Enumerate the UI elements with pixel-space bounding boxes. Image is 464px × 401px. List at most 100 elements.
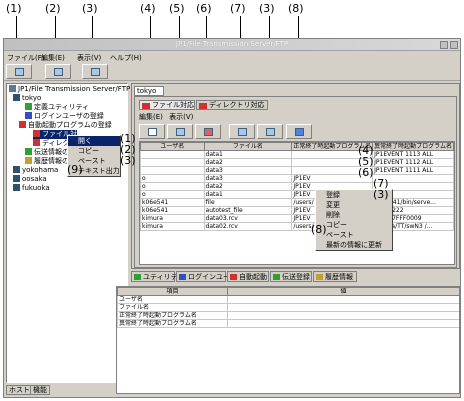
folder-icon — [33, 139, 40, 146]
host-icon — [13, 94, 20, 101]
table-row[interactable]: kimura data03.rcv JP1EV VENT 7FFF0009 — [140, 214, 454, 223]
close-button[interactable] — [450, 41, 458, 49]
inner-panel: ファイル対応 ディレクトリ対応 編集(E) 表示(V) ユーザ名 ファイル名 正… — [134, 96, 457, 268]
ctx-copy[interactable]: コピー — [68, 146, 120, 156]
tab-function[interactable]: 機能 — [30, 385, 50, 395]
paste-icon — [91, 68, 100, 76]
table-cell: o — [140, 182, 205, 191]
table-row[interactable]: data3 JP1EVENT 1111 ALL — [140, 166, 454, 175]
col-value[interactable]: 値 — [227, 287, 459, 296]
table-cell: data1 — [203, 150, 293, 159]
tree-root[interactable]: JP1/File Transmission Server/FTP — [9, 85, 130, 94]
copy-button[interactable] — [45, 64, 71, 79]
table-cell: autotest_file — [203, 206, 293, 215]
ctx-open[interactable]: 開く — [68, 136, 120, 146]
tree-host-fukuoka[interactable]: fukuoka — [13, 184, 50, 193]
table-row[interactable]: o data3 JP1EV — [140, 174, 454, 183]
tab-host[interactable]: ホスト — [6, 385, 33, 395]
paste2-button[interactable] — [257, 124, 283, 139]
minimize-button[interactable] — [440, 41, 448, 49]
tab-transfer[interactable]: 伝送登録 — [270, 271, 312, 282]
table-cell: JP1EVENT 1113 ALL — [372, 150, 454, 159]
table-row[interactable]: o data1 JP1EV — [140, 190, 454, 199]
tab-file-mapping[interactable]: ファイル対応 — [139, 100, 195, 110]
ctx-delete[interactable]: 削除 — [316, 210, 392, 220]
change-button[interactable] — [167, 124, 193, 139]
menu-view[interactable]: 表示(V) — [77, 53, 101, 63]
detail-row: 正常終了時起動プログラム名 — [117, 311, 459, 320]
tree-host-yokohama[interactable]: yokohama — [13, 166, 58, 175]
mapping-table: ユーザ名 ファイル名 正常終了時起動プログラム名 異常終了時起動プログラム名 d… — [139, 141, 455, 265]
tree-host-oosaka[interactable]: oosaka — [13, 175, 47, 184]
table-row[interactable]: k06e541 file/users/k06e541/bin/serve... — [140, 198, 454, 207]
delete-button[interactable] — [195, 124, 221, 139]
function-tabs: ユティリティ ログインユーザ 自動起動 伝送登録 履歴情報 — [131, 271, 460, 282]
refresh-button[interactable] — [286, 124, 312, 139]
autostart-icon — [230, 274, 237, 280]
tree-host-tokyo[interactable]: tokyo — [13, 94, 41, 103]
table-cell: data1 — [203, 190, 293, 199]
open-button[interactable] — [6, 64, 32, 79]
detail-value — [227, 295, 459, 304]
delete-icon — [204, 128, 213, 136]
menu-edit[interactable]: 編集(E) — [41, 53, 65, 63]
right-pane: tokyo ファイル対応 ディレクトリ対応 編集(E) 表示(V) ユーザ名 フ… — [131, 83, 460, 269]
col-error-prog[interactable]: 異常終了時起動プログラム名 — [372, 142, 454, 151]
main-window: JP1/File Transmission Server/FTP ファイル(F)… — [3, 38, 461, 398]
callout-8: (8) — [288, 2, 304, 15]
tab-login-user[interactable]: ログインユーザ — [176, 271, 237, 282]
host-icon — [13, 166, 20, 173]
ctx-refresh[interactable]: 最新の情報に更新 — [316, 240, 392, 250]
table-cell: kimura — [140, 214, 205, 223]
table-cell: k06e541 — [140, 206, 205, 215]
detail-item: 異常終了時起動プログラム名 — [117, 319, 228, 328]
paste-button[interactable] — [82, 64, 108, 79]
table-cell: JP1EVENT 1111 ALL — [372, 166, 454, 175]
table-cell — [140, 158, 205, 167]
table-header: ユーザ名 ファイル名 正常終了時起動プログラム名 異常終了時起動プログラム名 — [140, 142, 454, 151]
callout-ctx-textout: (9) — [67, 163, 83, 176]
tree-utility[interactable]: 定義ユティリティ — [25, 103, 89, 112]
inner-menu-view[interactable]: 表示(V) — [169, 113, 193, 121]
table-cell: kimura — [140, 222, 205, 231]
ctx-change[interactable]: 変更 — [316, 200, 392, 210]
history-icon — [316, 274, 323, 280]
tree-loginuser[interactable]: ログインユーザの登録 — [25, 112, 104, 121]
tab-history[interactable]: 履歴情報 — [313, 271, 357, 282]
callout-3: (3) — [82, 2, 98, 15]
table-row[interactable]: data1 JP1EVENT 1113 ALL — [140, 150, 454, 159]
open-icon — [15, 68, 24, 76]
ctx-copy2[interactable]: コピー — [316, 220, 392, 230]
inner-menu-edit[interactable]: 編集(E) — [139, 113, 163, 121]
table-cell: data3 — [203, 166, 293, 175]
table-row[interactable]: kimura data02.rcv/users/kimura/TT/swN3 /.… — [140, 222, 454, 231]
history-icon — [25, 157, 32, 164]
tab-autostart[interactable]: 自動起動 — [227, 271, 269, 282]
col-item[interactable]: 項目 — [117, 287, 228, 296]
detail-item: 正常終了時起動プログラム名 — [117, 311, 228, 320]
tree-autostart[interactable]: 自動起動プログラムの登録 — [19, 121, 112, 130]
table-cell — [140, 150, 205, 159]
detail-row: 異常終了時起動プログラム名 — [117, 319, 459, 328]
user-icon — [179, 274, 186, 280]
transfer-icon — [273, 274, 280, 280]
tab-host-tokyo[interactable]: tokyo — [134, 86, 164, 96]
col-user[interactable]: ユーザ名 — [140, 142, 205, 151]
table-cell: JP1EVENT 1112 ALL — [372, 158, 454, 167]
menu-file[interactable]: ファイル(F) — [7, 53, 45, 63]
tab-dir-mapping[interactable]: ディレクトリ対応 — [196, 100, 268, 110]
menu-help[interactable]: ヘルプ(H) — [110, 53, 142, 63]
callout-1: (1) — [6, 2, 22, 15]
copy2-button[interactable] — [229, 124, 255, 139]
tab-utility[interactable]: ユティリティ — [131, 271, 184, 282]
table-row[interactable]: o data2 JP1EV — [140, 182, 454, 191]
ctx-paste2[interactable]: ペースト — [316, 230, 392, 240]
register-button[interactable] — [139, 124, 165, 139]
detail-item: ユーザ名 — [117, 295, 228, 304]
utility-icon — [134, 274, 141, 280]
detail-item: ファイル名 — [117, 303, 228, 312]
table-row[interactable]: data2 JP1EVENT 1112 ALL — [140, 158, 454, 167]
table-row[interactable]: k06e541autotest_fileJP1EVVENT 222 — [140, 206, 454, 215]
col-file[interactable]: ファイル名 — [203, 142, 293, 151]
callout-7: (7) — [230, 2, 246, 15]
